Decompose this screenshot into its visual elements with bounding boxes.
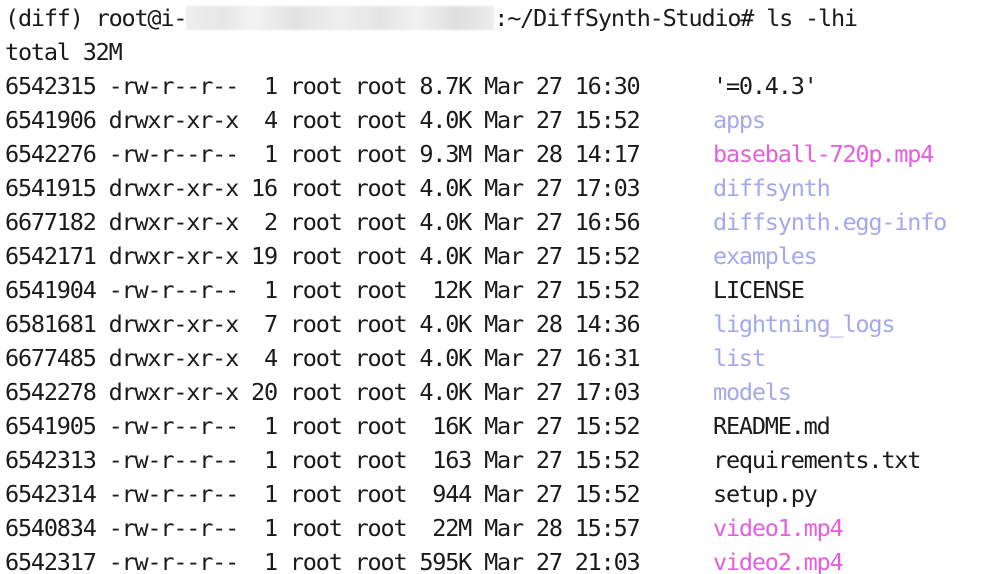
list-item: 6540834 -rw-r--r-- 1 root root 22M Mar 2…: [0, 511, 986, 545]
entry-metadata: 6541904 -rw-r--r-- 1 root root 12K Mar 2…: [5, 276, 641, 304]
list-item: 6542317 -rw-r--r-- 1 root root 595K Mar …: [0, 545, 986, 574]
entry-metadata: 6541906 drwxr-xr-x 4 root root 4.0K Mar …: [5, 106, 641, 134]
entry-metadata: 6541915 drwxr-xr-x 16 root root 4.0K Mar…: [5, 174, 641, 202]
entry-name: diffsynth.egg-info: [713, 208, 947, 236]
entry-name: baseball-720p.mp4: [713, 140, 934, 168]
list-item: 6541906 drwxr-xr-x 4 root root 4.0K Mar …: [0, 103, 986, 137]
entry-metadata: 6541905 -rw-r--r-- 1 root root 16K Mar 2…: [5, 412, 641, 440]
entry-metadata: 6542317 -rw-r--r-- 1 root root 595K Mar …: [5, 548, 641, 574]
entry-name: setup.py: [713, 480, 818, 508]
total-line: total 32M: [5, 38, 123, 66]
prompt-line: (diff) root@i- :~/DiffSynth-Studio# ls -l…: [5, 1, 858, 35]
entry-name: lightning_logs: [713, 310, 895, 338]
prompt-prefix: (diff) root@i-: [5, 4, 187, 32]
entry-name: requirements.txt: [713, 446, 921, 474]
entry-metadata: 6542314 -rw-r--r-- 1 root root 944 Mar 2…: [5, 480, 641, 508]
entry-name: apps: [713, 106, 766, 134]
list-item: 6541905 -rw-r--r-- 1 root root 16K Mar 2…: [0, 409, 986, 443]
entry-name: list: [713, 344, 766, 372]
list-item: 6542313 -rw-r--r-- 1 root root 163 Mar 2…: [0, 443, 986, 477]
entry-metadata: 6542171 drwxr-xr-x 19 root root 4.0K Mar…: [5, 242, 641, 270]
list-item: 6542278 drwxr-xr-x 20 root root 4.0K Mar…: [0, 375, 986, 409]
terminal-window[interactable]: (diff) root@i- :~/DiffSynth-Studio# ls -l…: [0, 0, 986, 574]
redacted-hostname: [186, 5, 495, 30]
list-item: 6541904 -rw-r--r-- 1 root root 12K Mar 2…: [0, 273, 986, 307]
list-item: 6542314 -rw-r--r-- 1 root root 944 Mar 2…: [0, 477, 986, 511]
list-item: 6581681 drwxr-xr-x 7 root root 4.0K Mar …: [0, 307, 986, 341]
entry-name: models: [713, 378, 792, 406]
prompt-command: ls -lhi: [766, 4, 858, 32]
entry-name: README.md: [713, 412, 831, 440]
entry-metadata: 6677485 drwxr-xr-x 4 root root 4.0K Mar …: [5, 344, 641, 372]
entry-metadata: 6540834 -rw-r--r-- 1 root root 22M Mar 2…: [5, 514, 641, 542]
list-item: 6541915 drwxr-xr-x 16 root root 4.0K Mar…: [0, 171, 986, 205]
prompt-path: :~/DiffSynth-Studio#: [494, 4, 754, 32]
list-item: 6542171 drwxr-xr-x 19 root root 4.0K Mar…: [0, 239, 986, 273]
list-item: 6677182 drwxr-xr-x 2 root root 4.0K Mar …: [0, 205, 986, 239]
entry-name: '=0.4.3': [713, 72, 818, 100]
entry-metadata: 6542313 -rw-r--r-- 1 root root 163 Mar 2…: [5, 446, 641, 474]
list-item: 6542315 -rw-r--r-- 1 root root 8.7K Mar …: [0, 69, 986, 103]
entry-metadata: 6542278 drwxr-xr-x 20 root root 4.0K Mar…: [5, 378, 641, 406]
entry-metadata: 6542315 -rw-r--r-- 1 root root 8.7K Mar …: [5, 72, 641, 100]
entry-name: examples: [713, 242, 818, 270]
list-item: 6677485 drwxr-xr-x 4 root root 4.0K Mar …: [0, 341, 986, 375]
entry-metadata: 6542276 -rw-r--r-- 1 root root 9.3M Mar …: [5, 140, 641, 168]
entry-name: video1.mp4: [713, 514, 844, 542]
entry-name: video2.mp4: [713, 548, 844, 574]
entry-metadata: 6581681 drwxr-xr-x 7 root root 4.0K Mar …: [5, 310, 641, 338]
list-item: 6542276 -rw-r--r-- 1 root root 9.3M Mar …: [0, 137, 986, 171]
entry-name: LICENSE: [713, 276, 805, 304]
entry-name: diffsynth: [713, 174, 831, 202]
entry-metadata: 6677182 drwxr-xr-x 2 root root 4.0K Mar …: [5, 208, 641, 236]
